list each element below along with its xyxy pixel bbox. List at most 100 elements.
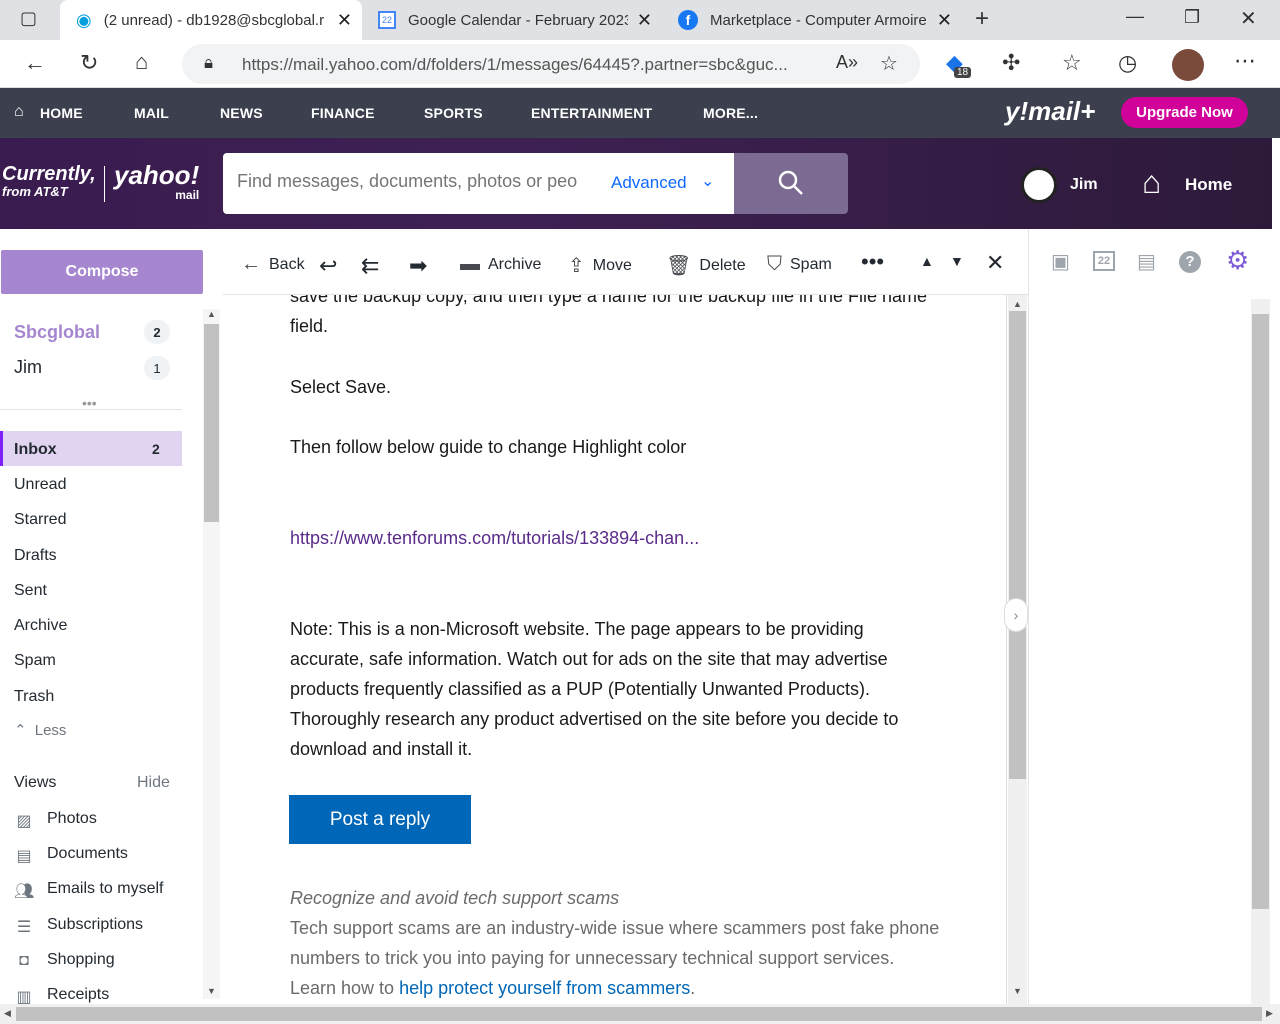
reply-all-icon[interactable]: ⇇ — [361, 253, 379, 279]
scroll-right-arrow-icon[interactable]: ▶ — [1266, 1008, 1273, 1019]
scam-body: Tech support scams are an industry-wide … — [290, 918, 940, 998]
home-link[interactable]: Home — [1185, 175, 1232, 195]
scam-help-link[interactable]: help protect yourself from scammers — [399, 978, 690, 998]
close-window-icon[interactable]: ✕ — [1240, 6, 1257, 31]
views-heading: Views — [14, 774, 57, 791]
forward-icon[interactable]: ➡ — [409, 253, 427, 279]
scroll-up-arrow-icon[interactable]: ▲ — [1013, 299, 1022, 309]
advanced-search-toggle[interactable]: Advanced — [611, 173, 687, 193]
view-shopping[interactable]: ◘ Shopping — [14, 951, 114, 969]
view-photos[interactable]: ▨ Photos — [14, 810, 96, 830]
help-icon[interactable]: ? — [1179, 251, 1201, 273]
delete-button[interactable]: 🗑︎ Delete — [666, 253, 746, 278]
tab-marketplace[interactable]: f Marketplace - Computer Armoire ✕ — [662, 0, 962, 40]
search-button[interactable] — [734, 153, 848, 214]
view-subscriptions[interactable]: ☰ Subscriptions — [14, 916, 143, 936]
photo-icon: ▨ — [16, 813, 32, 830]
right-panel-scroll-thumb[interactable] — [1252, 314, 1269, 909]
back-arrow-icon[interactable]: ← — [24, 50, 46, 76]
archive-button[interactable]: ▬ Archive — [460, 253, 541, 276]
nav-finance[interactable]: FINANCE — [311, 105, 375, 121]
att-yahoo-logo[interactable]: Currently, from AT&T — [2, 164, 96, 199]
calendar-icon[interactable]: 22 — [1093, 251, 1115, 271]
contacts-icon[interactable]: ▣ — [1051, 249, 1070, 274]
back-button[interactable]: ← Back — [241, 253, 305, 276]
hide-views-link[interactable]: Hide — [137, 774, 170, 792]
move-button[interactable]: ⇪ Move — [568, 253, 632, 278]
close-tab-icon[interactable]: ✕ — [637, 10, 652, 31]
more-menu-icon[interactable]: ⋯ — [1234, 48, 1256, 74]
nav-mail[interactable]: MAIL — [134, 105, 169, 121]
view-receipts[interactable]: ▥ Receipts — [14, 986, 109, 1006]
less-toggle[interactable]: ⌃ Less — [14, 721, 66, 739]
people-icon: 👥︎ — [14, 883, 35, 900]
scroll-down-arrow-icon[interactable]: ▼ — [1013, 986, 1022, 996]
tab-google-calendar[interactable]: 22 Google Calendar - February 2023 ✕ — [362, 0, 662, 40]
extensions-icon[interactable]: ✣ — [1002, 50, 1020, 76]
history-icon[interactable]: ◷ — [1118, 50, 1137, 76]
post-reply-button[interactable]: Post a reply — [289, 795, 471, 844]
folder-starred[interactable]: Starred — [14, 511, 66, 529]
home-house-icon: ⌂ — [14, 103, 24, 120]
scroll-left-arrow-icon[interactable]: ◀ — [4, 1008, 11, 1019]
close-tab-icon[interactable]: ✕ — [337, 10, 352, 31]
settings-gear-icon[interactable]: ⚙ — [1226, 245, 1249, 276]
url-field[interactable]: 🔒︎ https://mail.yahoo.com/d/folders/1/me… — [182, 44, 920, 84]
new-tab-icon[interactable]: + — [975, 5, 989, 33]
folder-unread[interactable]: Unread — [14, 476, 66, 494]
folder-sent[interactable]: Sent — [14, 582, 47, 600]
previous-message-icon[interactable]: ▲ — [920, 253, 934, 269]
chevron-down-icon[interactable]: ⌄ — [701, 171, 714, 191]
compose-button[interactable]: Compose — [1, 250, 203, 294]
scroll-down-arrow-icon[interactable]: ▼ — [207, 986, 216, 996]
reply-icon[interactable]: ↩ — [319, 253, 337, 279]
nav-entertainment[interactable]: ENTERTAINMENT — [531, 105, 652, 121]
favorites-icon[interactable]: ☆ — [1062, 50, 1082, 76]
message-scroll-thumb[interactable] — [1009, 311, 1026, 779]
nav-news[interactable]: NEWS — [220, 105, 263, 121]
user-name[interactable]: Jim — [1070, 176, 1098, 194]
read-aloud-icon[interactable]: A» — [836, 52, 858, 73]
view-documents[interactable]: ▤ Documents — [14, 845, 127, 865]
collapse-panel-icon[interactable]: › — [1004, 598, 1028, 632]
sidebar-scroll-thumb[interactable] — [204, 324, 219, 522]
close-tab-icon[interactable]: ✕ — [937, 10, 952, 31]
more-actions-icon[interactable]: ••• — [861, 249, 884, 275]
trash-icon: 🗑︎ — [666, 255, 692, 277]
nav-more[interactable]: MORE... — [703, 105, 758, 121]
user-avatar[interactable] — [1021, 167, 1057, 203]
folder-drafts[interactable]: Drafts — [14, 547, 57, 565]
home-icon[interactable]: ⌂ — [1142, 164, 1161, 201]
archive-icon: ▬ — [460, 253, 480, 275]
minimize-icon[interactable]: — — [1126, 6, 1144, 27]
close-message-icon[interactable]: ✕ — [986, 250, 1004, 276]
notepad-icon[interactable]: ▤ — [1137, 249, 1156, 274]
account-jim[interactable]: Jim — [14, 357, 42, 378]
folder-archive[interactable]: Archive — [14, 617, 67, 635]
subscriptions-icon: ☰ — [16, 919, 32, 936]
move-folder-icon: ⇪ — [568, 255, 585, 277]
spam-button[interactable]: ⛉ Spam — [767, 253, 832, 276]
home-icon[interactable]: ⌂ — [135, 49, 148, 75]
folder-trash[interactable]: Trash — [14, 688, 54, 706]
nav-home[interactable]: HOME — [40, 105, 83, 121]
tenforums-link[interactable]: https://www.tenforums.com/tutorials/1338… — [290, 523, 940, 553]
next-message-icon[interactable]: ▼ — [950, 253, 964, 269]
horizontal-scroll-thumb[interactable] — [16, 1007, 1262, 1021]
upgrade-now-button[interactable]: Upgrade Now — [1121, 97, 1248, 128]
refresh-icon[interactable]: ↻ — [80, 50, 98, 76]
scroll-up-arrow-icon[interactable]: ▲ — [207, 309, 216, 319]
favorite-add-icon[interactable]: ☆ — [880, 51, 898, 76]
tab-yahoo-mail[interactable]: ◉ (2 unread) - db1928@sbcglobal.r ✕ — [60, 0, 362, 40]
account-sbcglobal[interactable]: Sbcglobal — [14, 322, 100, 343]
maximize-icon[interactable]: ❐ — [1184, 7, 1200, 28]
view-emails-to-myself[interactable]: 👥︎ Emails to myself — [14, 880, 163, 900]
search-input[interactable] — [237, 171, 597, 192]
tab-actions-icon[interactable]: ▢ — [20, 8, 37, 29]
profile-avatar[interactable] — [1172, 49, 1204, 81]
right-panel: ▣ 22 ▤ ? ⚙ — [1028, 229, 1272, 1004]
folder-spam[interactable]: Spam — [14, 652, 56, 670]
nav-sports[interactable]: SPORTS — [424, 105, 483, 121]
divider — [0, 409, 182, 410]
message-paragraph: Then follow below guide to change Highli… — [290, 437, 687, 457]
